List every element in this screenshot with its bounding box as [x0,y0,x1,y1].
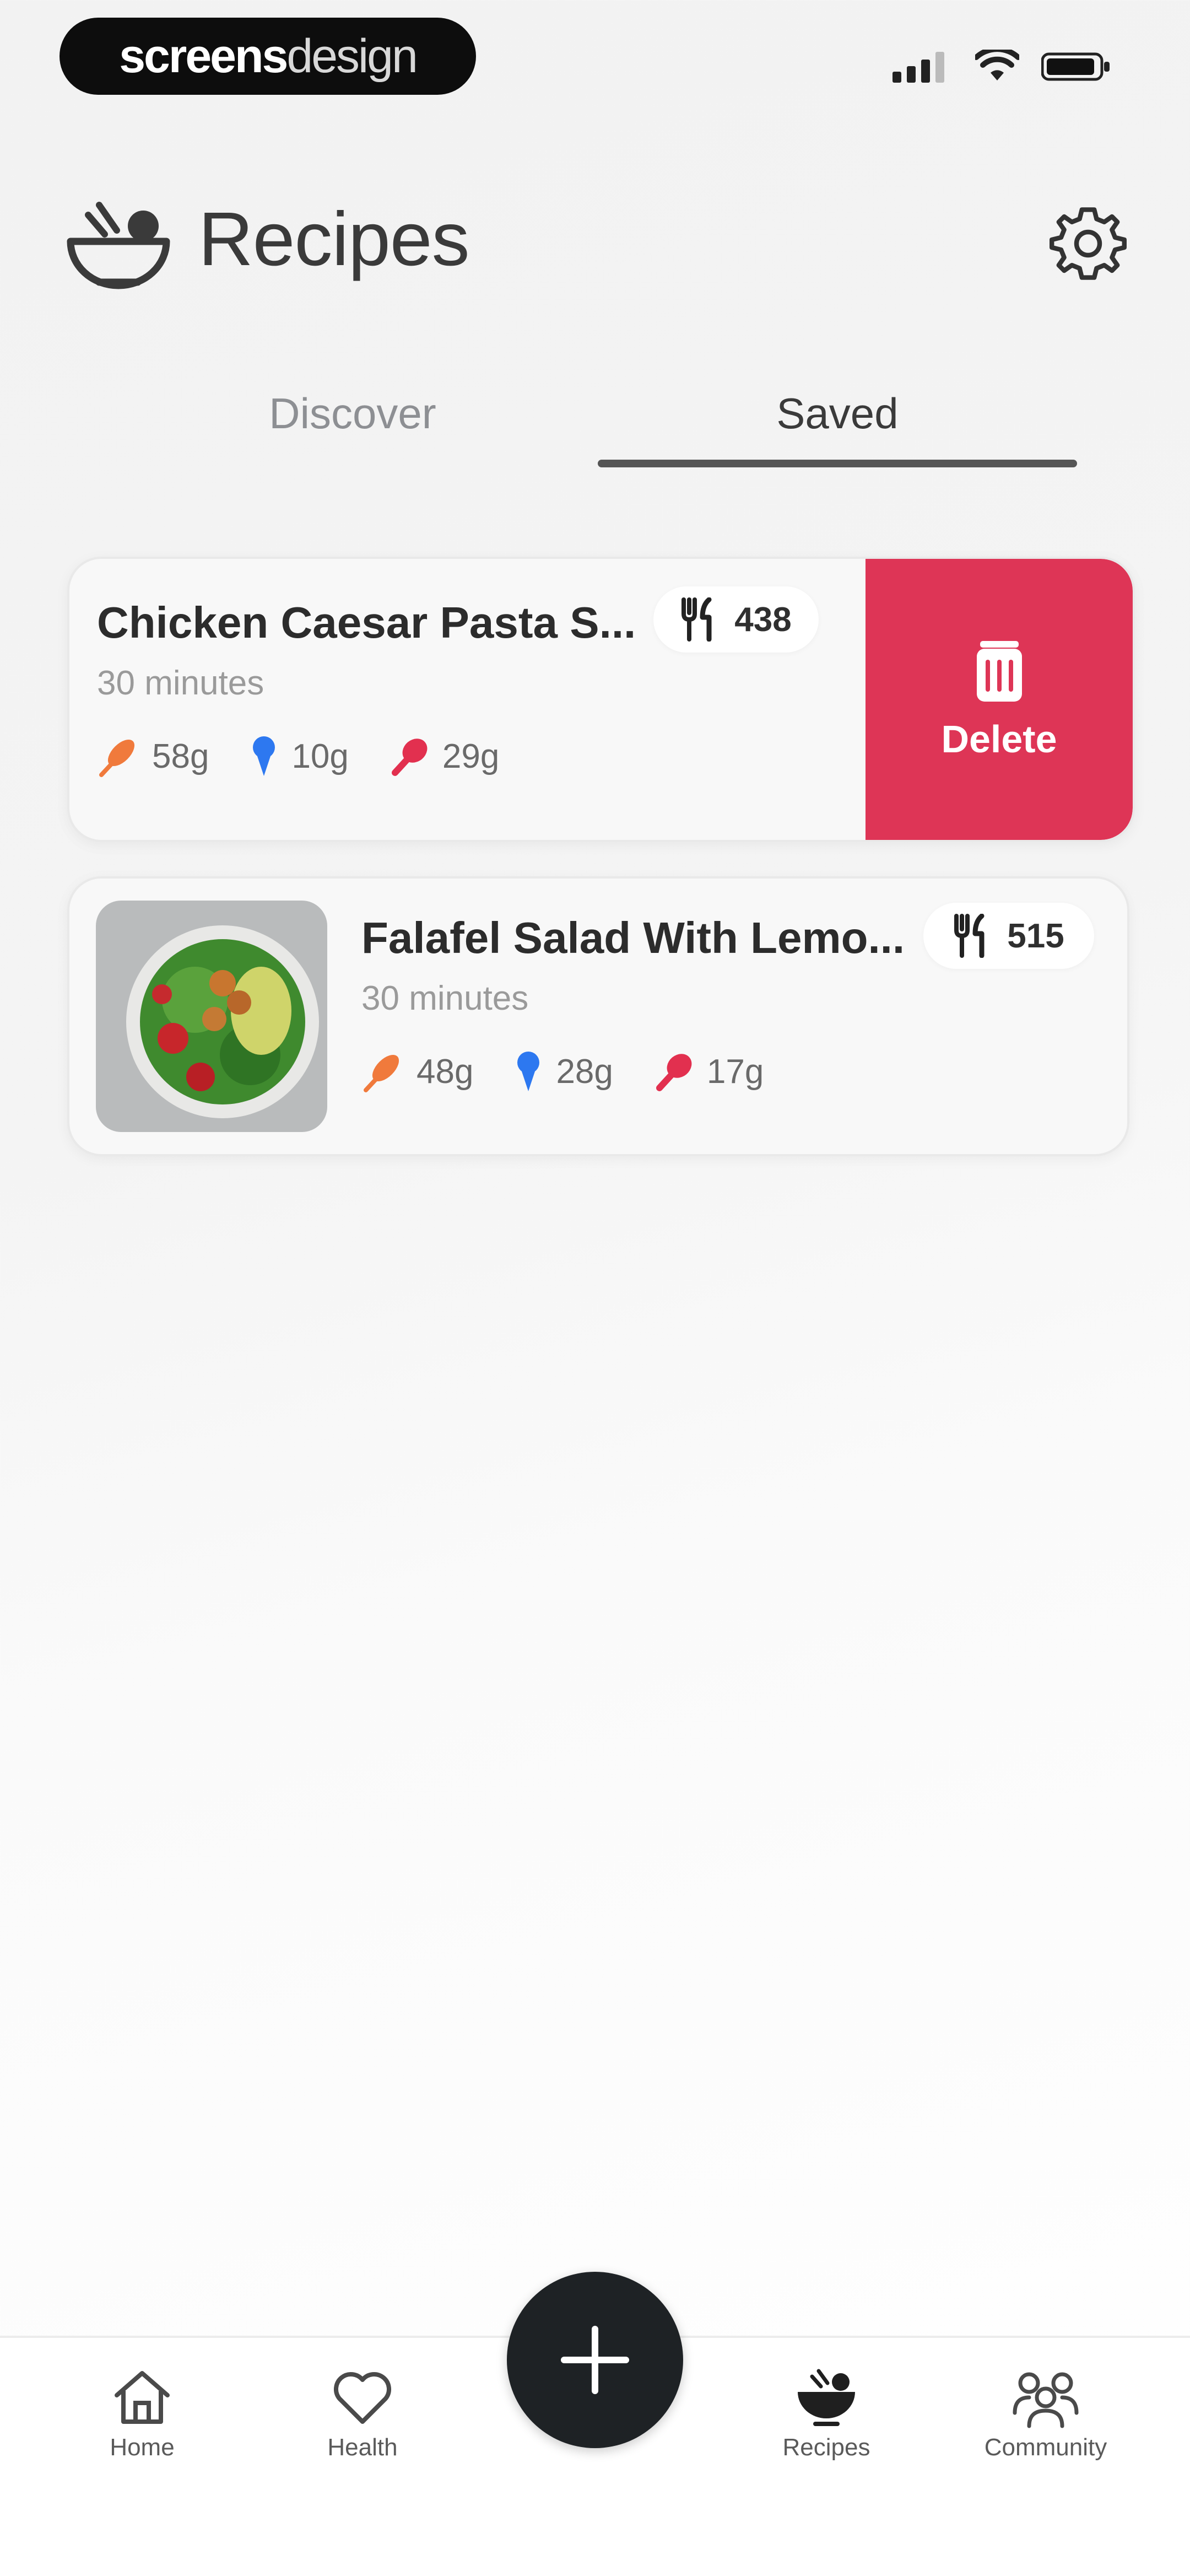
brand-light-text: design [286,29,418,83]
macro-carbs: 58g [97,734,209,778]
battery-icon [1041,52,1110,81]
carbs-value: 48g [416,1052,474,1091]
nav-item-health[interactable]: Health [280,2364,445,2461]
home-icon [115,2371,170,2424]
brand-watermark: screens design [60,18,476,95]
protein-value: 29g [442,737,500,775]
protein-drumstick-icon [656,1054,692,1091]
calorie-value: 438 [734,600,792,639]
trash-icon [976,641,1022,702]
nav-item-recipes[interactable]: Recipes [744,2364,909,2461]
delete-button[interactable]: Delete [866,559,1133,840]
fat-value: 10g [291,737,349,775]
tab-discover[interactable]: Discover [187,389,518,439]
nav-label-health: Health [327,2434,398,2461]
bowl-icon [798,2369,855,2426]
wifi-icon [975,50,1019,80]
recipe-name: Chicken Caesar Pasta S... [97,598,636,647]
macros-row: 48g 28g 17g [361,1049,764,1093]
carbs-value: 58g [152,737,209,775]
recipe-time: 30 minutes [361,979,529,1017]
carbs-wheat-icon [364,1054,399,1092]
cellular-signal-icon [892,52,944,83]
fork-knife-icon [954,914,985,958]
calorie-badge: 515 [923,903,1094,969]
nav-label-home: Home [110,2434,175,2461]
plus-icon [561,2326,629,2394]
delete-label: Delete [941,718,1057,761]
brand-strong-text: screens [119,29,288,83]
active-tab-indicator [598,460,1077,467]
heart-icon [334,2372,391,2424]
status-icons [892,44,1124,88]
nav-item-community[interactable]: Community [963,2364,1128,2461]
calorie-value: 515 [1007,917,1064,955]
macro-fat: 10g [247,734,349,778]
protein-value: 17g [706,1052,764,1091]
macro-protein: 29g [387,734,499,778]
nav-label-community: Community [984,2434,1107,2461]
recipe-card[interactable]: Falafel Salad With Lemo... 515 30 minute… [67,876,1129,1156]
macro-protein: 17g [652,1049,764,1093]
recipe-time: 30 minutes [97,664,264,702]
tab-saved[interactable]: Saved [672,389,1003,439]
fat-drop-icon [253,736,275,776]
fat-drop-icon [517,1052,540,1091]
macro-carbs: 48g [361,1049,473,1093]
fork-knife-icon [681,597,712,642]
macro-fat: 28g [512,1049,613,1093]
macros-row: 58g 10g 29g [97,734,499,778]
carbs-wheat-icon [99,739,135,777]
recipe-name: Falafel Salad With Lemo... [361,913,905,962]
settings-gear-icon[interactable] [1050,205,1127,282]
add-button[interactable] [507,2272,683,2448]
community-icon [1013,2372,1079,2428]
bowl-icon [67,202,170,289]
calorie-badge: 438 [653,586,819,653]
recipe-card[interactable]: Chicken Caesar Pasta S... 438 30 minutes… [67,557,1135,842]
nav-item-home[interactable]: Home [60,2364,225,2461]
protein-drumstick-icon [391,739,428,776]
page-title: Recipes [198,197,470,282]
fat-value: 28g [556,1052,613,1091]
recipe-photo [96,901,327,1132]
nav-label-recipes: Recipes [782,2434,870,2461]
